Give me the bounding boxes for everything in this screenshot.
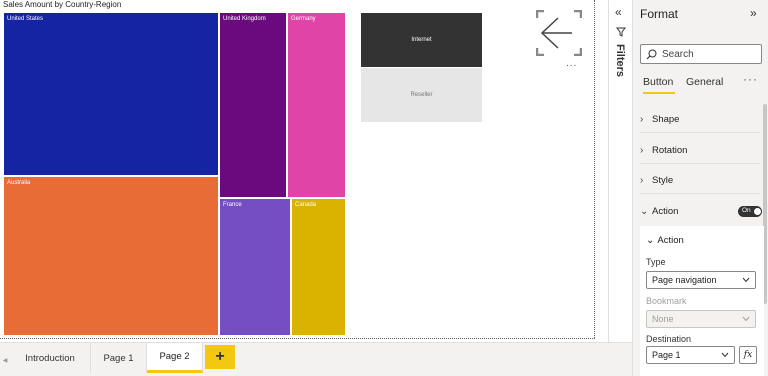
- report-canvas: Sales Amount by Country-Region United St…: [0, 0, 600, 342]
- dropdown-value: Page 1: [652, 350, 681, 360]
- fx-conditional-format-button[interactable]: fx: [739, 346, 757, 364]
- tab-scroll-left-icon[interactable]: ◀: [0, 343, 10, 376]
- section-label: Style: [652, 174, 674, 186]
- chevron-right-icon: ›: [640, 174, 644, 186]
- tile-label: Canada: [295, 202, 317, 208]
- search-icon: [646, 49, 657, 60]
- treemap-tile-united-kingdom[interactable]: United Kingdom: [219, 12, 287, 198]
- section-rotation[interactable]: › Rotation: [640, 139, 760, 161]
- action-card: ⌄ Action Type Page navigation Bookmark No…: [640, 226, 764, 376]
- destination-dropdown[interactable]: Page 1: [646, 346, 735, 364]
- treemap-tile-australia[interactable]: Australia: [3, 176, 219, 336]
- double-chevron-left-icon[interactable]: «: [615, 5, 622, 19]
- chevron-down-icon: [742, 277, 750, 283]
- search-placeholder: Search: [662, 49, 694, 60]
- dropdown-value: Page navigation: [652, 275, 717, 285]
- destination-label: Destination: [646, 334, 692, 344]
- toggle-knob: [754, 208, 761, 215]
- chevron-right-icon: ›: [640, 113, 644, 125]
- more-options-icon[interactable]: ...: [566, 58, 577, 69]
- action-subsection-header[interactable]: ⌄ Action: [646, 235, 684, 246]
- reseller-nav-button[interactable]: Reseller: [361, 68, 482, 122]
- toggle-label: On: [742, 207, 751, 214]
- add-page-button[interactable]: +: [205, 345, 235, 369]
- treemap-tile-germany[interactable]: Germany: [287, 12, 346, 198]
- back-arrow-icon: [535, 9, 583, 57]
- bookmark-dropdown: None: [646, 310, 756, 328]
- chevron-down-icon: ⌄: [640, 205, 649, 217]
- section-shape[interactable]: › Shape: [640, 108, 760, 130]
- treemap-tile-canada[interactable]: Canada: [291, 198, 346, 336]
- tile-label: Australia: [7, 180, 31, 186]
- divider: [640, 163, 760, 164]
- canvas-border: [594, 0, 595, 338]
- treemap-tile-france[interactable]: France: [219, 198, 291, 336]
- powerbi-report-editor: Sales Amount by Country-Region United St…: [0, 0, 768, 376]
- tab-introduction[interactable]: Introduction: [10, 343, 91, 373]
- section-label: Rotation: [652, 144, 688, 156]
- chevron-down-icon: [721, 352, 729, 358]
- double-chevron-right-icon[interactable]: »: [750, 6, 757, 20]
- tile-label: United States: [7, 16, 44, 22]
- dropdown-value: None: [652, 314, 674, 324]
- filters-label: Filters: [614, 44, 626, 78]
- filters-pane-collapsed[interactable]: « Filters: [608, 0, 632, 342]
- funnel-icon: [616, 27, 626, 37]
- treemap-tile-united-states[interactable]: United States: [3, 12, 219, 176]
- chart-title: Sales Amount by Country-Region: [3, 0, 122, 9]
- canvas-border: [0, 338, 595, 339]
- tile-label: France: [223, 202, 242, 208]
- section-label: Action: [652, 205, 679, 217]
- search-input[interactable]: Search: [640, 44, 762, 64]
- back-button[interactable]: [535, 9, 583, 57]
- tab-page-1[interactable]: Page 1: [91, 343, 147, 373]
- type-label: Type: [646, 257, 666, 267]
- subsection-label: Action: [657, 235, 684, 246]
- section-style[interactable]: › Style: [640, 169, 760, 191]
- active-tab-indicator: [643, 92, 675, 94]
- bookmark-label: Bookmark: [646, 296, 687, 306]
- tab-general[interactable]: General: [686, 76, 723, 88]
- internet-nav-button[interactable]: Internet: [361, 13, 482, 67]
- divider: [640, 193, 760, 194]
- page-tabs-bar: ◀ Introduction Page 1 Page 2 +: [0, 342, 632, 376]
- more-options-icon[interactable]: ···: [743, 72, 758, 86]
- tile-label: Germany: [291, 16, 316, 22]
- tab-button[interactable]: Button: [643, 76, 673, 88]
- chevron-down-icon: ⌄: [646, 235, 655, 246]
- divider: [640, 132, 760, 133]
- type-dropdown[interactable]: Page navigation: [646, 271, 756, 289]
- tile-label: United Kingdom: [223, 16, 266, 22]
- format-pane-title: Format: [640, 7, 679, 21]
- format-pane: Format » Search Button General ··· › Sha…: [632, 0, 768, 376]
- tab-page-2[interactable]: Page 2: [147, 343, 203, 373]
- chevron-right-icon: ›: [640, 144, 644, 156]
- chevron-down-icon: [742, 316, 750, 322]
- section-label: Shape: [652, 113, 680, 125]
- action-toggle[interactable]: On: [738, 206, 762, 217]
